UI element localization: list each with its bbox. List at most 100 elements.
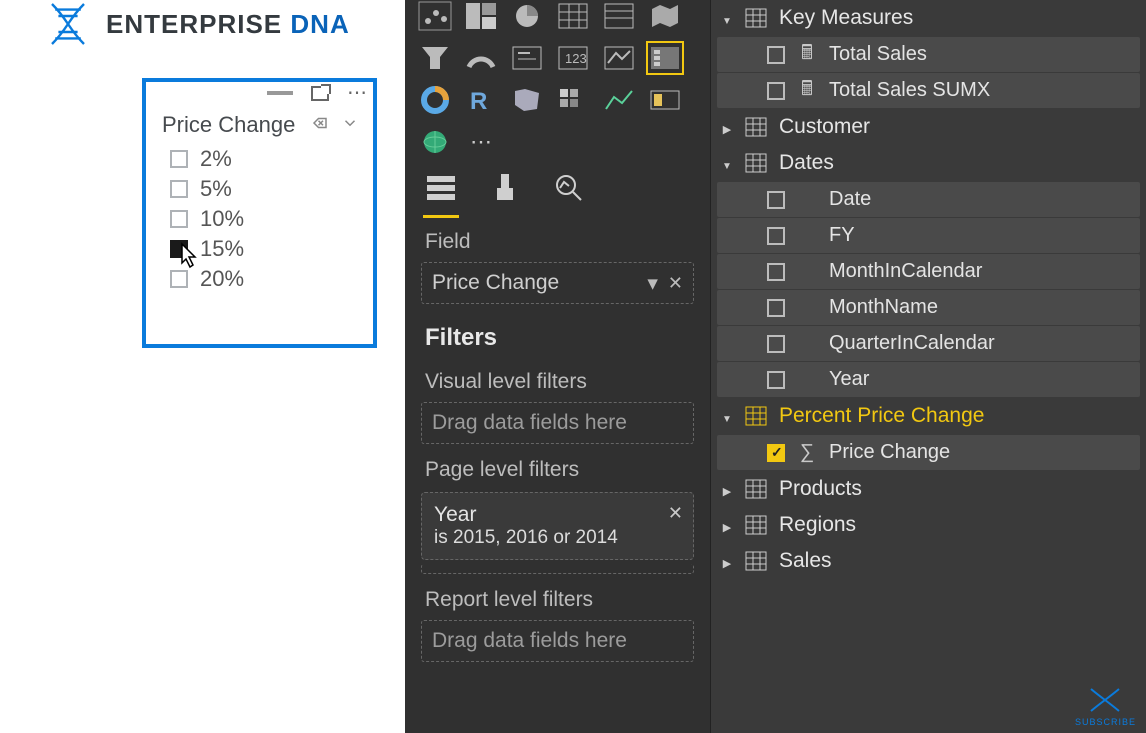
dna-small-icon	[1085, 685, 1125, 715]
checkbox-icon[interactable]	[170, 210, 188, 228]
slicer-option[interactable]: 20%	[170, 264, 363, 294]
fields-pane: Key Measures 🖩Total Sales 🖩Total Sales S…	[710, 0, 1146, 733]
field-item[interactable]: Year	[717, 362, 1140, 397]
slicer-option[interactable]: 15%	[170, 234, 363, 264]
funnel-icon[interactable]	[417, 42, 453, 74]
table-icon	[745, 153, 767, 173]
checkbox-icon[interactable]	[767, 299, 785, 317]
checkbox-icon[interactable]	[170, 150, 188, 168]
field-item[interactable]: MonthName	[717, 290, 1140, 325]
visual-filters-label: Visual level filters	[405, 358, 710, 400]
expand-icon[interactable]	[721, 513, 733, 537]
subscribe-badge[interactable]: SUBSCRIBE	[1075, 685, 1136, 727]
format-tabs	[405, 162, 710, 218]
table-key-measures[interactable]: Key Measures	[711, 0, 1146, 36]
filter-desc: is 2015, 2016 or 2014	[434, 527, 681, 549]
kpi-icon[interactable]	[601, 42, 637, 74]
checkbox-icon[interactable]	[170, 180, 188, 198]
chevron-down-icon[interactable]	[341, 114, 359, 137]
table-icon[interactable]	[601, 0, 637, 32]
checkbox-icon[interactable]	[170, 270, 188, 288]
field-item[interactable]: 🖩Total Sales	[717, 37, 1140, 72]
slicer-option[interactable]: 5%	[170, 174, 363, 204]
table-regions[interactable]: Regions	[711, 507, 1146, 543]
slicer-options: 2% 5% 10% 15% 20%	[146, 142, 373, 296]
expand-icon[interactable]	[721, 549, 733, 573]
visual-filters-well[interactable]: Drag data fields here	[421, 402, 694, 444]
table-icon	[745, 117, 767, 137]
table-icon	[745, 8, 767, 28]
r-visual-icon[interactable]: R	[463, 84, 499, 116]
card-icon[interactable]	[509, 42, 545, 74]
treemap-icon[interactable]	[463, 0, 499, 32]
checkbox-icon[interactable]	[170, 240, 188, 258]
chevron-down-icon[interactable]: ▾	[647, 271, 658, 296]
remove-filter-icon[interactable]: ✕	[668, 503, 683, 524]
fields-tab[interactable]	[423, 170, 459, 218]
format-tab[interactable]	[487, 170, 523, 218]
field-item-price-change[interactable]: ∑Price Change	[717, 435, 1140, 470]
svg-text:123: 123	[565, 51, 587, 66]
measure-icon: 🖩	[797, 82, 817, 100]
shape-map-icon[interactable]	[509, 84, 545, 116]
checkbox-icon[interactable]	[767, 335, 785, 353]
expand-icon[interactable]	[721, 477, 733, 501]
expand-icon[interactable]	[721, 404, 733, 428]
dna-icon	[42, 0, 94, 48]
pie-chart-icon[interactable]	[509, 0, 545, 32]
table-products[interactable]: Products	[711, 471, 1146, 507]
analytics-tab[interactable]	[551, 170, 587, 218]
field-well[interactable]: Price Change ▾ ✕	[421, 262, 694, 304]
table-sales[interactable]: Sales	[711, 543, 1146, 579]
field-label: Field	[405, 218, 710, 260]
field-item[interactable]: MonthInCalendar	[717, 254, 1140, 289]
visualizations-pane: 123 R ⋯ Field Price Change ▾ ✕ Filters V…	[405, 0, 710, 733]
more-options-icon[interactable]: ⋯	[347, 83, 367, 103]
checkbox-icon[interactable]	[767, 371, 785, 389]
checkbox-icon[interactable]	[767, 46, 785, 64]
remove-field-icon[interactable]: ✕	[668, 273, 683, 294]
field-item[interactable]: FY	[717, 218, 1140, 253]
table-heatmap-icon[interactable]	[555, 84, 591, 116]
field-item[interactable]: QuarterInCalendar	[717, 326, 1140, 361]
slicer-option[interactable]: 10%	[170, 204, 363, 234]
report-canvas: ENTERPRISE DNA ⋯ Price Change 2% 5% 10% …	[0, 0, 395, 733]
table-dates[interactable]: Dates	[711, 145, 1146, 181]
globe-icon[interactable]	[417, 126, 453, 158]
brand-logo: ENTERPRISE DNA	[42, 0, 350, 48]
slicer-icon[interactable]	[647, 42, 683, 74]
card-visual-icon[interactable]	[647, 84, 683, 116]
expand-icon[interactable]	[721, 151, 733, 175]
expand-icon[interactable]	[721, 6, 733, 30]
slicer-title: Price Change	[162, 112, 295, 138]
expand-icon[interactable]	[721, 115, 733, 139]
checkbox-icon[interactable]	[767, 444, 785, 462]
gauge-icon[interactable]	[463, 42, 499, 74]
table-percent-price-change[interactable]: Percent Price Change	[711, 398, 1146, 434]
slicer-option[interactable]: 2%	[170, 144, 363, 174]
scatter-chart-icon[interactable]	[417, 0, 453, 32]
checkbox-icon[interactable]	[767, 82, 785, 100]
field-item[interactable]: Date	[717, 182, 1140, 217]
page-filters-well[interactable]	[421, 564, 694, 574]
report-filters-well[interactable]: Drag data fields here	[421, 620, 694, 662]
slicer-visual[interactable]: ⋯ Price Change 2% 5% 10% 15% 20%	[142, 78, 377, 348]
checkbox-icon[interactable]	[767, 227, 785, 245]
filled-map-icon[interactable]	[647, 0, 683, 32]
focus-mode-icon[interactable]	[311, 86, 329, 101]
checkbox-icon[interactable]	[767, 191, 785, 209]
table-icon	[745, 551, 767, 571]
field-item[interactable]: 🖩Total Sales SUMX	[717, 73, 1140, 108]
donut-chart-icon[interactable]	[417, 84, 453, 116]
more-visuals-icon[interactable]: ⋯	[463, 126, 499, 158]
page-filters-label: Page level filters	[405, 446, 710, 488]
multi-row-card-icon[interactable]: 123	[555, 42, 591, 74]
checkbox-icon[interactable]	[767, 263, 785, 281]
matrix-icon[interactable]	[555, 0, 591, 32]
line-chart-icon[interactable]	[601, 84, 637, 116]
table-customer[interactable]: Customer	[711, 109, 1146, 145]
drag-handle-icon[interactable]	[267, 91, 293, 95]
report-filters-label: Report level filters	[405, 576, 710, 618]
clear-selection-icon[interactable]	[311, 114, 329, 137]
page-filter-card[interactable]: ✕ Year is 2015, 2016 or 2014	[421, 492, 694, 560]
